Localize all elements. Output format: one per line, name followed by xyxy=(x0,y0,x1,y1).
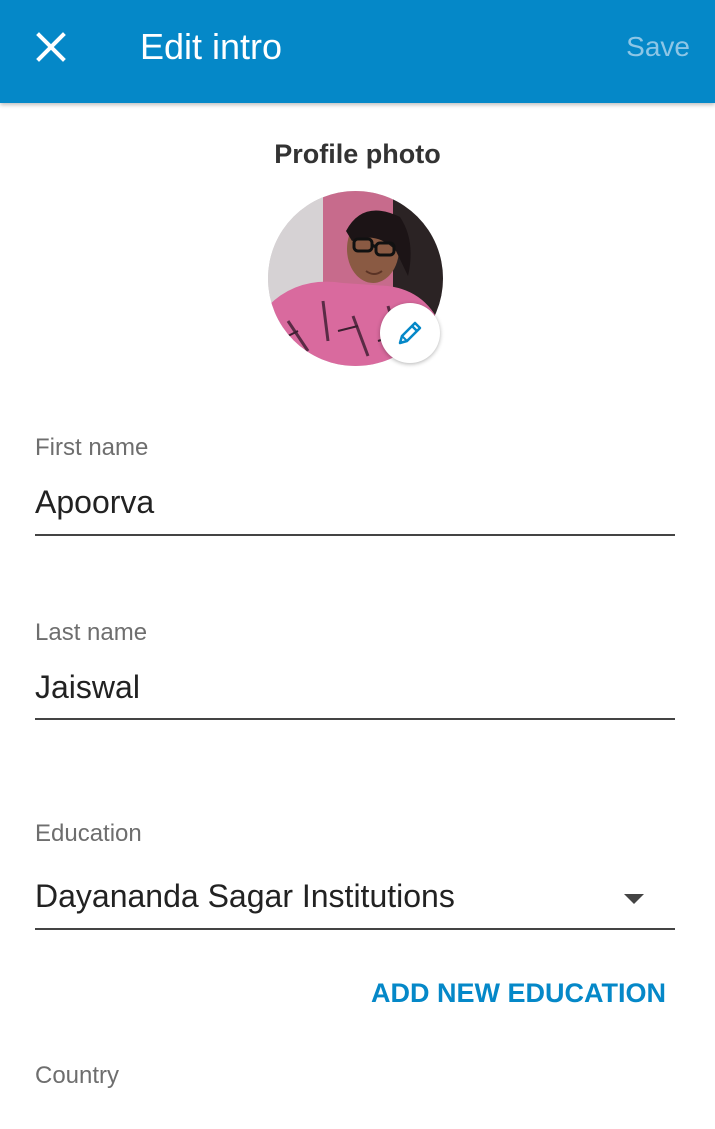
country-label: Country xyxy=(35,1062,120,1089)
edit-photo-button[interactable] xyxy=(380,303,440,363)
profile-photo-label: Profile photo xyxy=(274,139,441,169)
first-name-label: First name xyxy=(35,434,149,461)
add-new-education-button[interactable]: ADD NEW EDUCATION xyxy=(371,978,666,1009)
close-button[interactable] xyxy=(26,22,76,72)
first-name-input[interactable]: Apoorva xyxy=(35,484,154,521)
last-name-label: Last name xyxy=(35,619,148,646)
last-name-underline xyxy=(35,718,675,720)
pencil-icon xyxy=(398,321,422,345)
close-icon xyxy=(36,32,66,62)
education-label: Education xyxy=(35,820,142,847)
save-button[interactable]: Save xyxy=(626,30,690,64)
education-select[interactable]: Dayananda Sagar Institutions xyxy=(35,878,455,915)
chevron-down-icon[interactable] xyxy=(624,894,644,904)
page-title: Edit intro xyxy=(140,26,283,67)
last-name-input[interactable]: Jaiswal xyxy=(35,669,140,706)
app-bar: Edit intro Save xyxy=(0,0,715,103)
first-name-underline xyxy=(35,534,675,536)
education-underline xyxy=(35,928,675,930)
